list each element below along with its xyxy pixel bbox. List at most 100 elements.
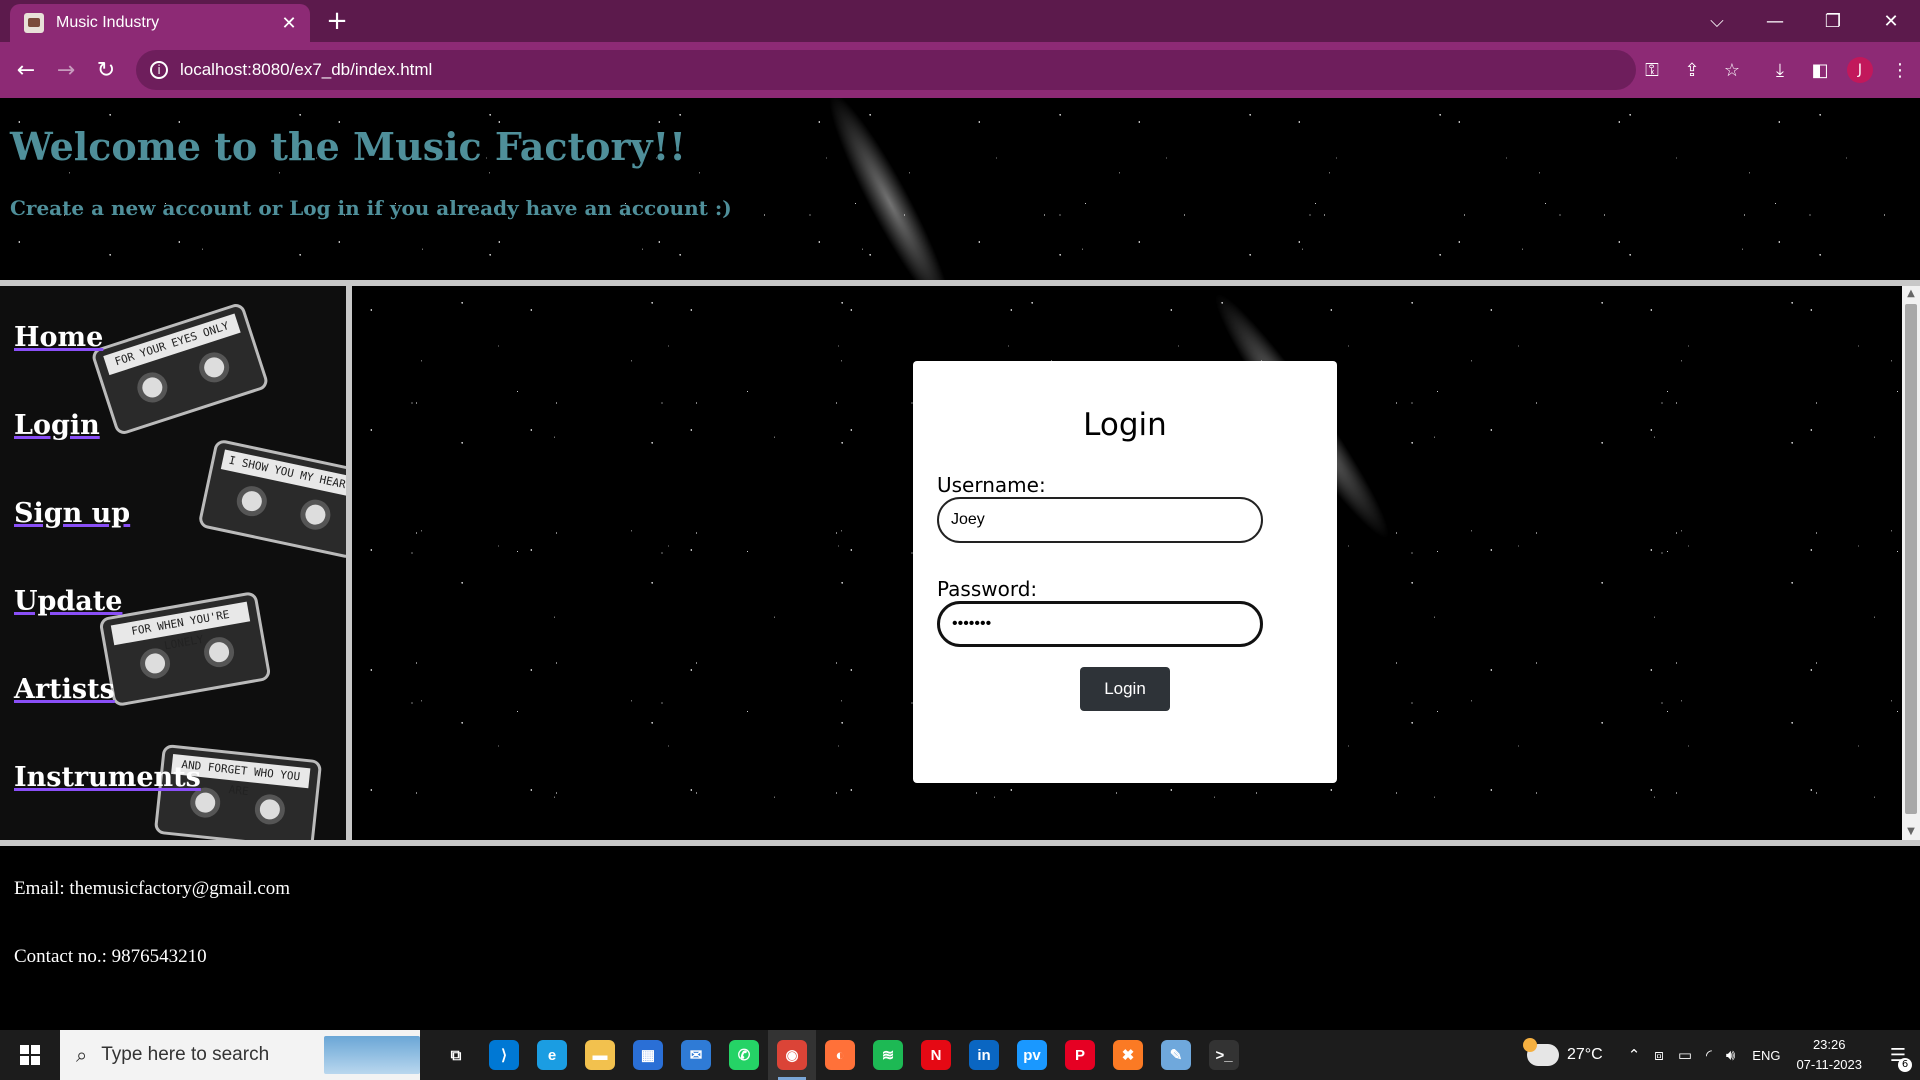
taskbar-app-edge[interactable]: e xyxy=(528,1030,576,1080)
tab-search-icon[interactable]: ⌵ xyxy=(1688,11,1746,32)
browser-tab[interactable]: Music Industry ✕ xyxy=(10,4,310,42)
taskbar-app-spotify[interactable]: ≋ xyxy=(864,1030,912,1080)
forward-arrow-icon[interactable]: → xyxy=(46,58,86,83)
browser-actions: ⤓ ◧ J ⋮ xyxy=(1760,42,1920,98)
back-arrow-icon[interactable]: ← xyxy=(6,58,46,83)
input-language[interactable]: ENG xyxy=(1752,1048,1780,1063)
close-window-button[interactable]: ✕ xyxy=(1862,11,1920,32)
taskbar-app-task-view[interactable]: ⧉ xyxy=(432,1030,480,1080)
taskbar-app-ms-store[interactable]: ▦ xyxy=(624,1030,672,1080)
taskbar-app-chrome[interactable]: ◉ xyxy=(768,1030,816,1080)
start-button[interactable] xyxy=(0,1030,60,1080)
clock-date: 07-11-2023 xyxy=(1796,1057,1862,1072)
restore-button[interactable]: ❐ xyxy=(1804,11,1862,32)
system-tray: 27°C ⌃ ⧈ ▭ ◜ 🔊︎ ENG 23:26 07-11-2023 ☰ 6 xyxy=(1522,1030,1920,1080)
taskbar-app-firefox[interactable]: ◐ xyxy=(816,1030,864,1080)
taskbar-app-terminal[interactable]: >_ xyxy=(1200,1030,1248,1080)
scrollbar-thumb[interactable] xyxy=(1905,304,1917,814)
username-input[interactable] xyxy=(937,497,1263,543)
nav-link-login[interactable]: Login xyxy=(14,410,100,441)
meet-now-icon[interactable]: ⧈ xyxy=(1654,1046,1664,1064)
web-page: Welcome to the Music Factory!! Create a … xyxy=(0,98,1920,1030)
cassette-reel xyxy=(234,483,270,519)
nav-link-update[interactable]: Update xyxy=(14,586,122,617)
nav-link-artists[interactable]: Artists xyxy=(14,674,115,705)
cassette-image: FOR YOUR EYES ONLY xyxy=(90,301,270,437)
side-panel-icon[interactable]: ◧ xyxy=(1800,60,1840,81)
login-form: Login Username: Password: Login xyxy=(913,361,1337,783)
download-icon[interactable]: ⤓ xyxy=(1760,60,1800,81)
chrome-icon: ◉ xyxy=(777,1040,807,1070)
nav-link-instruments[interactable]: Instruments xyxy=(14,762,201,793)
windows-logo-icon xyxy=(20,1045,40,1065)
notification-center[interactable]: ☰ 6 xyxy=(1876,1030,1920,1080)
minimize-button[interactable]: — xyxy=(1746,11,1804,32)
taskbar-app-linkedin[interactable]: in xyxy=(960,1030,1008,1080)
taskbar-clock[interactable]: 23:26 07-11-2023 xyxy=(1796,1035,1862,1075)
taskbar-search[interactable]: ⌕ Type here to search xyxy=(60,1030,420,1080)
netflix-icon: N xyxy=(921,1040,951,1070)
wifi-icon[interactable]: ◜ xyxy=(1706,1046,1712,1064)
notification-count: 6 xyxy=(1898,1058,1912,1072)
browser-tab-strip: Music Industry ✕ + ⌵ — ❐ ✕ xyxy=(0,0,1920,42)
login-button[interactable]: Login xyxy=(1080,667,1170,711)
cassette-image: FOR WHEN YOU'RE LONELY xyxy=(98,590,272,708)
volume-icon[interactable]: 🔊︎ xyxy=(1726,1046,1735,1064)
search-icon: ⌕ xyxy=(76,1043,88,1067)
nav-link-home[interactable]: Home xyxy=(14,322,103,353)
taskbar-app-whatsapp[interactable]: ✆ xyxy=(720,1030,768,1080)
cassette-reel xyxy=(297,496,334,533)
footer-contact: Contact no.: 9876543210 xyxy=(14,946,207,967)
nav-link-sign-up[interactable]: Sign up xyxy=(14,498,130,529)
header-frame: Welcome to the Music Factory!! Create a … xyxy=(0,98,1920,323)
weather-cloud-icon xyxy=(1522,1038,1559,1066)
profile-avatar[interactable]: J xyxy=(1847,57,1873,83)
omnibox-actions: ⚿ ⇪ ☆ xyxy=(1632,42,1752,98)
battery-icon[interactable]: ▭ xyxy=(1678,1046,1692,1064)
clock-time: 23:26 xyxy=(1812,1037,1846,1052)
sidebar-frame: FOR YOUR EYES ONLY I SHOW YOU MY HEART F… xyxy=(0,286,346,840)
scroll-up-icon[interactable]: ▲ xyxy=(1902,286,1920,302)
taskbar-app-pinterest[interactable]: P xyxy=(1056,1030,1104,1080)
site-info-icon[interactable]: i xyxy=(150,61,168,79)
taskbar-app-xampp[interactable]: ✖ xyxy=(1104,1030,1152,1080)
taskbar-app-vscode[interactable]: ⟩ xyxy=(480,1030,528,1080)
taskbar-app-paint[interactable]: ✎ xyxy=(1152,1030,1200,1080)
favicon-icon xyxy=(24,13,44,33)
cassette-reel xyxy=(133,368,172,407)
address-bar[interactable]: i localhost:8080/ex7_db/index.html xyxy=(136,50,1636,90)
scroll-down-icon[interactable]: ▼ xyxy=(1902,824,1920,840)
weather-widget[interactable]: 27°C xyxy=(1522,1038,1603,1066)
username-label: Username: xyxy=(937,473,1046,497)
password-key-icon[interactable]: ⚿ xyxy=(1632,60,1672,81)
windows-taskbar: ⌕ Type here to search ⧉ ⟩ e ▬ ▦ ✉ ✆ ◉ ◐ ≋ Nin pv P ✖ ✎… xyxy=(0,1030,1920,1080)
page-title: Welcome to the Music Factory!! xyxy=(10,124,686,169)
spotify-icon: ≋ xyxy=(873,1040,903,1070)
cassette-reel xyxy=(253,792,287,826)
reload-icon[interactable]: ↻ xyxy=(86,58,126,83)
vertical-scrollbar[interactable]: ▲ ▼ xyxy=(1902,286,1920,840)
window-controls: ⌵ — ❐ ✕ xyxy=(1688,0,1920,42)
taskbar-app-prime-video[interactable]: pv xyxy=(1008,1030,1056,1080)
prime-video-icon: pv xyxy=(1017,1040,1047,1070)
file-explorer-icon: ▬ xyxy=(585,1040,615,1070)
tab-title: Music Industry xyxy=(56,14,160,31)
share-icon[interactable]: ⇪ xyxy=(1672,60,1712,81)
cassette-reel xyxy=(201,634,237,670)
bookmark-star-icon[interactable]: ☆ xyxy=(1712,60,1752,81)
new-tab-button[interactable]: + xyxy=(322,6,352,36)
login-title: Login xyxy=(1083,407,1167,443)
temperature: 27°C xyxy=(1566,1046,1603,1063)
menu-kebab-icon[interactable]: ⋮ xyxy=(1880,60,1920,81)
password-input[interactable] xyxy=(937,601,1263,647)
taskbar-app-mail[interactable]: ✉ xyxy=(672,1030,720,1080)
whatsapp-icon: ✆ xyxy=(729,1040,759,1070)
taskbar-app-netflix[interactable]: N xyxy=(912,1030,960,1080)
tab-close-icon[interactable]: ✕ xyxy=(278,13,300,34)
ms-store-icon: ▦ xyxy=(633,1040,663,1070)
taskbar-app-file-explorer[interactable]: ▬ xyxy=(576,1030,624,1080)
url-text[interactable]: localhost:8080/ex7_db/index.html xyxy=(180,60,432,80)
cassette-image: I SHOW YOU MY HEART xyxy=(197,438,346,560)
cassette-label: FOR WHEN YOU'RE LONELY xyxy=(110,601,251,652)
chevron-up-icon[interactable]: ⌃ xyxy=(1628,1046,1641,1064)
